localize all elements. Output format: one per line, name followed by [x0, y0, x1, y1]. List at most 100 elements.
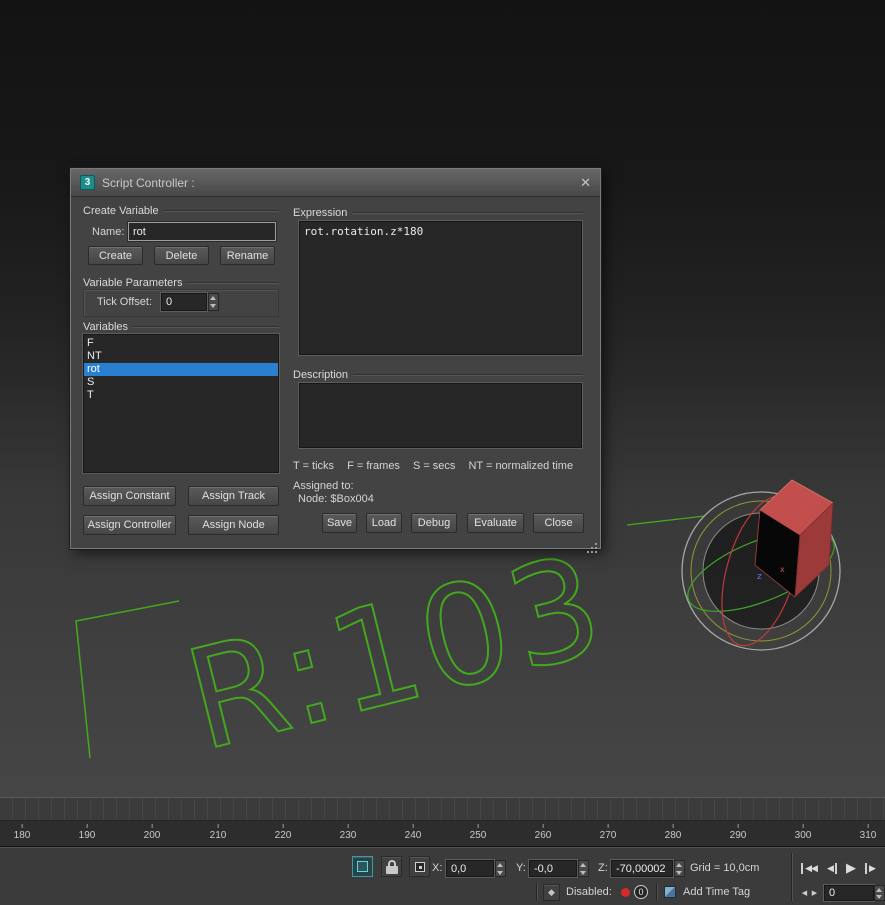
variable-item[interactable]: T [84, 389, 278, 402]
go-to-start-icon[interactable]: ◀◀ [797, 858, 821, 878]
frame-spinner[interactable] [874, 885, 885, 901]
play-icon[interactable]: ▶ [842, 858, 860, 878]
disabled-label: Disabled: [566, 886, 612, 898]
assign-track-button[interactable]: Assign Track [188, 486, 279, 506]
variables-label: Variables [83, 321, 129, 333]
variable-item[interactable]: NT [84, 350, 278, 363]
z-axis-label: z [757, 572, 762, 582]
x-label: X: [432, 862, 443, 874]
legend-secs: S = secs [412, 460, 456, 472]
add-time-tag[interactable]: Add Time Tag [683, 886, 750, 898]
assign-node-button[interactable]: Assign Node [188, 515, 279, 535]
divider [791, 853, 792, 901]
spinner-up-icon[interactable] [496, 861, 505, 869]
ruler-tick: 280 [665, 824, 681, 841]
spinner-down-icon[interactable] [209, 302, 218, 310]
variables-list[interactable]: F NT rot S T [83, 334, 279, 473]
rotation-readout: R:103 [172, 524, 620, 782]
next-frame-icon[interactable]: ▶ [862, 858, 878, 878]
assign-constant-button[interactable]: Assign Constant [83, 486, 176, 506]
previous-frame-icon[interactable]: ◀ [824, 858, 840, 878]
spinner-up-icon[interactable] [875, 886, 884, 893]
variable-item-selected[interactable]: rot [84, 363, 278, 376]
load-button[interactable]: Load [366, 513, 402, 533]
frame-number-input[interactable] [824, 885, 874, 901]
legend-normalized-time: NT = normalized time [468, 460, 574, 472]
expression-editor[interactable]: rot.rotation.z*180 [299, 221, 582, 355]
create-button[interactable]: Create [88, 246, 143, 265]
spinner-up-icon[interactable] [579, 861, 588, 869]
legend-frames: F = frames [347, 460, 400, 472]
description-editor[interactable] [299, 383, 582, 448]
variables-group: Variables [83, 321, 279, 333]
close-button[interactable]: Close [533, 513, 584, 533]
assigned-node: Node: $Box004 [298, 493, 374, 505]
variable-name-input[interactable] [128, 222, 276, 241]
ruler-tick: 240 [405, 824, 421, 841]
delete-button[interactable]: Delete [154, 246, 209, 265]
debug-button[interactable]: Debug [411, 513, 457, 533]
ruler-tick: 270 [600, 824, 616, 841]
time-ruler[interactable]: 180 190 200 210 220 230 240 250 260 270 … [0, 821, 885, 846]
ruler-tick: 220 [275, 824, 291, 841]
script-controller-dialog: 3 Script Controller : ✕ Create Variable … [70, 168, 601, 549]
spinner-up-icon[interactable] [675, 861, 684, 869]
spinner-down-icon[interactable] [675, 869, 684, 877]
y-coordinate-input[interactable] [529, 860, 577, 877]
x-coordinate-input[interactable] [446, 860, 494, 877]
description-label: Description [293, 369, 349, 381]
variable-parameters-group: Variable Parameters [83, 277, 279, 289]
ruler-tick: 290 [730, 824, 746, 841]
ruler-tick: 190 [79, 824, 95, 841]
expression-label: Expression [293, 207, 348, 219]
key-count-badge[interactable]: 0 [634, 885, 648, 899]
z-spinner[interactable] [674, 860, 685, 877]
selection-region-glyph [357, 861, 368, 872]
ruler-tick: 250 [470, 824, 486, 841]
x-spinner[interactable] [495, 860, 506, 877]
spinner-down-icon[interactable] [579, 869, 588, 877]
y-label: Y: [516, 862, 526, 874]
selection-region-icon[interactable] [352, 856, 373, 877]
create-variable-group: Create Variable [83, 205, 279, 217]
absolute-mode-glyph [414, 861, 425, 872]
spinner-down-icon[interactable] [875, 893, 884, 900]
save-button[interactable]: Save [322, 513, 357, 533]
variable-item[interactable]: F [84, 337, 278, 350]
key-mode-icon[interactable]: ◆ [543, 884, 560, 901]
time-slider-strip[interactable] [0, 797, 885, 821]
divider [656, 883, 657, 901]
resize-grip[interactable] [586, 534, 597, 545]
absolute-mode-icon[interactable] [409, 856, 430, 877]
arrow-left-icon[interactable]: ◀ [800, 886, 809, 900]
variable-item[interactable]: S [84, 376, 278, 389]
close-icon[interactable]: ✕ [580, 175, 591, 191]
evaluate-button[interactable]: Evaluate [467, 513, 524, 533]
spinner-up-icon[interactable] [209, 294, 218, 302]
tick-offset-input[interactable] [161, 293, 207, 311]
x-axis-label: x [780, 565, 785, 574]
dialog-body: Create Variable Name: Create Delete Rena… [71, 197, 600, 548]
legend: T = ticks F = frames S = secs NT = norma… [293, 460, 585, 472]
arrow-right-icon[interactable]: ▶ [810, 886, 819, 900]
application-window: R:103 z x 3 Script Controller : ✕ Create… [0, 0, 885, 905]
ruler-tick: 180 [14, 824, 30, 841]
dialog-titlebar[interactable]: 3 Script Controller : ✕ [71, 169, 600, 197]
time-tag-cube-icon [664, 886, 676, 898]
z-coordinate-input[interactable] [611, 860, 673, 877]
ruler-tick: 230 [340, 824, 356, 841]
ruler-tick: 210 [210, 824, 226, 841]
tick-offset-spinner[interactable] [208, 293, 219, 311]
create-variable-label: Create Variable [83, 205, 159, 217]
track-bar[interactable]: 180 190 200 210 220 230 240 250 260 270 … [0, 797, 885, 846]
tick-offset-label: Tick Offset: [97, 296, 153, 308]
spinner-down-icon[interactable] [496, 869, 505, 877]
assign-controller-button[interactable]: Assign Controller [83, 515, 176, 535]
z-label: Z: [598, 862, 608, 874]
dialog-title: Script Controller : [102, 175, 195, 190]
variable-parameters-label: Variable Parameters [83, 277, 183, 289]
rename-button[interactable]: Rename [220, 246, 275, 265]
selection-lock-icon[interactable] [381, 856, 402, 877]
ruler-tick: 310 [860, 824, 876, 841]
y-spinner[interactable] [578, 860, 589, 877]
